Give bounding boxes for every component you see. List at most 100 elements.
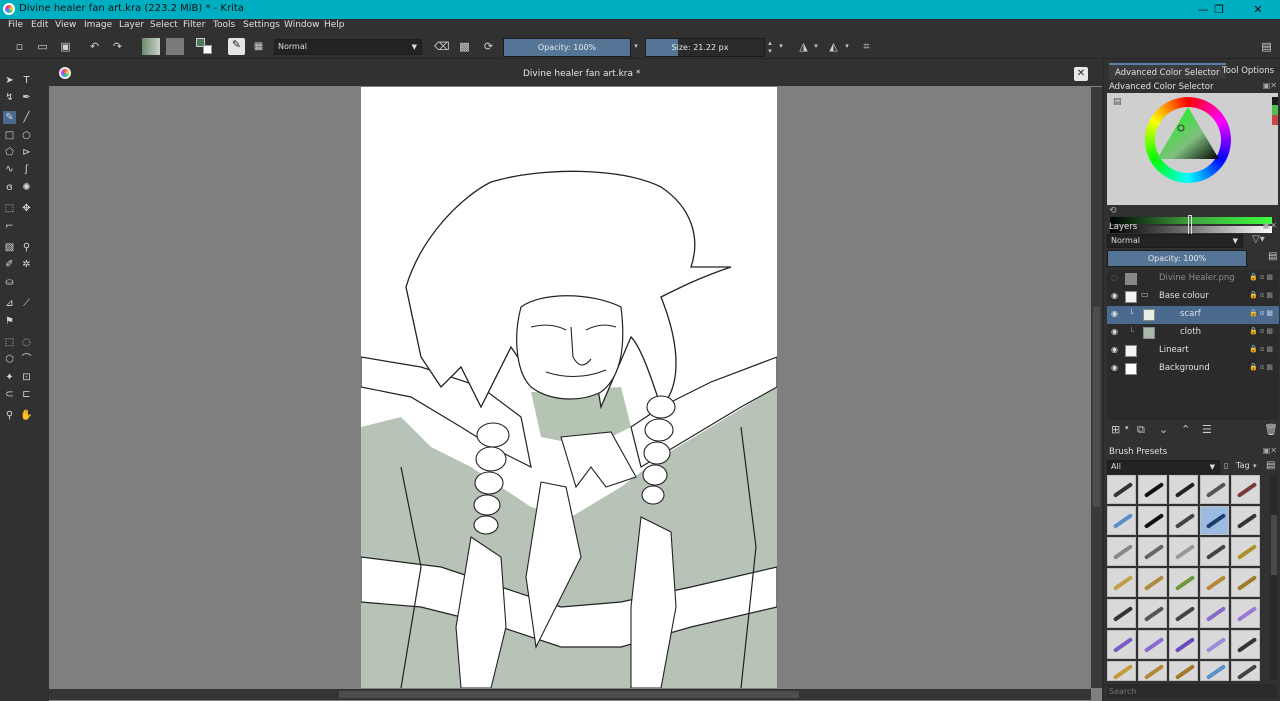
hue-ring[interactable] xyxy=(1145,97,1231,183)
reload-preset-icon[interactable]: ⟳ xyxy=(482,40,495,53)
brush-preset-item[interactable] xyxy=(1107,599,1136,628)
visibility-off-icon[interactable]: ○ xyxy=(1111,273,1121,283)
recent-color-red[interactable] xyxy=(1272,115,1278,125)
assistant-tool-icon[interactable]: ✲ xyxy=(20,258,33,271)
menu-tools[interactable]: Tools xyxy=(213,20,235,30)
menu-help[interactable]: Help xyxy=(324,20,345,30)
menu-view[interactable]: View xyxy=(55,20,76,30)
brush-preset-item[interactable] xyxy=(1107,475,1136,504)
canvas-paper[interactable] xyxy=(361,87,777,688)
perspective-grid-icon[interactable]: ⟋ xyxy=(20,297,33,310)
brush-presets-float-close-icon[interactable]: ▣✕ xyxy=(1263,446,1277,455)
tag-label[interactable]: Tag xyxy=(1236,461,1250,470)
layer-filter-icon[interactable]: ▽▾ xyxy=(1252,234,1265,245)
measure-tool-icon[interactable]: ⊿ xyxy=(3,297,16,310)
similar-select-icon[interactable]: ⊡ xyxy=(20,371,33,384)
document-tab[interactable]: Divine healer fan art.kra * ✕ xyxy=(49,62,1102,86)
brush-preset-item[interactable] xyxy=(1231,661,1260,681)
freehand-brush-icon[interactable]: ✎ xyxy=(3,111,16,124)
layer-flags-icon[interactable]: 🔒α▩ xyxy=(1249,327,1275,335)
advanced-color-selector[interactable]: ▤ xyxy=(1107,93,1278,235)
redo-icon[interactable]: ↷ xyxy=(111,40,124,53)
save-icon[interactable]: ▣ xyxy=(59,40,72,53)
brush-preset-item[interactable] xyxy=(1169,475,1198,504)
maximize-button[interactable]: ❐ xyxy=(1204,1,1234,18)
background-color-swatch[interactable] xyxy=(203,45,212,54)
reference-images-icon[interactable]: ⚑ xyxy=(3,315,16,328)
polygon-tool-icon[interactable]: ⬠ xyxy=(3,146,16,159)
multibrush-icon[interactable]: ✺ xyxy=(20,181,33,194)
add-layer-icon[interactable]: ⊞ xyxy=(1111,423,1120,436)
brush-preset-item[interactable] xyxy=(1169,506,1198,535)
mirror-vertical-icon[interactable]: ◭ xyxy=(827,40,840,53)
layer-row-lineart[interactable]: ◉ Lineart 🔒α▩ xyxy=(1107,342,1279,360)
tab-tool-options[interactable]: Tool Options xyxy=(1216,63,1280,79)
mirror-h-chevron-icon[interactable]: ▾ xyxy=(812,40,820,53)
size-chevron-icon[interactable]: ▾ xyxy=(777,40,785,53)
brush-preset-item[interactable] xyxy=(1200,630,1229,659)
brush-preset-item[interactable] xyxy=(1107,537,1136,566)
brush-preset-item[interactable] xyxy=(1200,506,1229,535)
layer-flags-icon[interactable]: 🔒α▩ xyxy=(1249,345,1275,353)
brush-preset-item[interactable] xyxy=(1138,506,1167,535)
brush-preset-item[interactable] xyxy=(1107,506,1136,535)
brush-preset-item[interactable] xyxy=(1231,568,1260,597)
crop-tool-icon[interactable]: ⌐ xyxy=(3,220,16,233)
bezier-curve-icon[interactable]: ∿ xyxy=(3,163,16,176)
menu-window[interactable]: Window xyxy=(284,20,320,30)
pan-tool-icon[interactable]: ✋ xyxy=(20,409,33,422)
brush-presets-scrollbar[interactable] xyxy=(1270,475,1278,680)
menu-filter[interactable]: Filter xyxy=(183,20,205,30)
text-tool-icon[interactable]: T xyxy=(20,74,33,87)
brush-preset-item[interactable] xyxy=(1169,568,1198,597)
layer-row-base-colour[interactable]: ◉ ▭ Base colour 🔒α▩ xyxy=(1107,288,1279,306)
layer-row-scarf[interactable]: ◉ └ scarf 🔒α▩ xyxy=(1107,306,1279,324)
layer-properties-icon[interactable]: ☰ xyxy=(1202,423,1212,436)
brush-preset-item[interactable] xyxy=(1138,537,1167,566)
tag-chevron-icon[interactable]: ▾ xyxy=(1253,462,1257,470)
eye-icon[interactable]: ◉ xyxy=(1111,363,1121,373)
delete-layer-icon[interactable]: 🗑 xyxy=(1264,423,1278,436)
freehand-select-icon[interactable]: ⌒ xyxy=(20,353,33,366)
layer-flags-icon[interactable]: 🔒α▩ xyxy=(1249,273,1275,281)
brush-preset-item[interactable] xyxy=(1107,568,1136,597)
brush-preset-item[interactable] xyxy=(1169,630,1198,659)
brush-preset-item[interactable] xyxy=(1200,599,1229,628)
brush-editor-icon[interactable]: ▦ xyxy=(252,40,265,53)
smart-patch-icon[interactable]: ✐ xyxy=(3,258,16,271)
brush-preset-item[interactable] xyxy=(1138,630,1167,659)
brush-preset-item[interactable] xyxy=(1231,630,1260,659)
workspace-chooser-icon[interactable]: ▤ xyxy=(1260,40,1273,53)
undo-icon[interactable]: ↶ xyxy=(88,40,101,53)
transform-tool-icon[interactable]: ⬚ xyxy=(3,202,16,215)
fill-tool-icon[interactable]: ⛀ xyxy=(3,276,16,289)
brush-preset-item[interactable] xyxy=(1200,661,1229,681)
brush-preset-item[interactable] xyxy=(1200,568,1229,597)
brush-preset-item[interactable] xyxy=(1138,599,1167,628)
brush-preset-item[interactable] xyxy=(1231,537,1260,566)
bezier-select-icon[interactable]: ⊂ xyxy=(3,388,16,401)
polygon-select-icon[interactable]: ⬡ xyxy=(3,353,16,366)
close-button[interactable]: ✕ xyxy=(1243,1,1273,18)
zoom-tool-icon[interactable]: ⚲ xyxy=(3,409,16,422)
horizontal-scrollbar[interactable] xyxy=(49,689,1091,700)
vertical-scrollbar[interactable] xyxy=(1091,87,1102,688)
open-folder-icon[interactable]: ▭ xyxy=(36,40,49,53)
brush-presets-scroll-thumb[interactable] xyxy=(1271,515,1277,575)
eraser-mode-icon[interactable]: ⌫ xyxy=(434,40,450,53)
brush-preset-item[interactable] xyxy=(1231,599,1260,628)
layer-row-divine-healer[interactable]: ○ Divine Healer.png 🔒α▩ xyxy=(1107,270,1279,288)
eye-icon[interactable]: ◉ xyxy=(1111,309,1121,319)
mirror-v-chevron-icon[interactable]: ▾ xyxy=(843,40,851,53)
layer-flags-icon[interactable]: 🔒α▩ xyxy=(1249,309,1275,317)
brush-tag-filter-select[interactable]: All ▼ xyxy=(1107,460,1220,474)
color-selector-settings-icon[interactable]: ▤ xyxy=(1113,97,1123,107)
color-history-icon[interactable]: ⟲ xyxy=(1109,206,1117,216)
magnetic-select-icon[interactable]: ⊏ xyxy=(20,388,33,401)
layer-row-background[interactable]: ◉ Background 🔒α▩ xyxy=(1107,360,1279,378)
menu-select[interactable]: Select xyxy=(150,20,178,30)
brush-preset-item[interactable] xyxy=(1200,475,1229,504)
tab-advanced-color-selector[interactable]: Advanced Color Selector xyxy=(1109,63,1226,79)
opacity-slider[interactable]: Opacity: 100% xyxy=(503,38,631,57)
calligraphy-icon[interactable]: ✒ xyxy=(20,91,33,104)
